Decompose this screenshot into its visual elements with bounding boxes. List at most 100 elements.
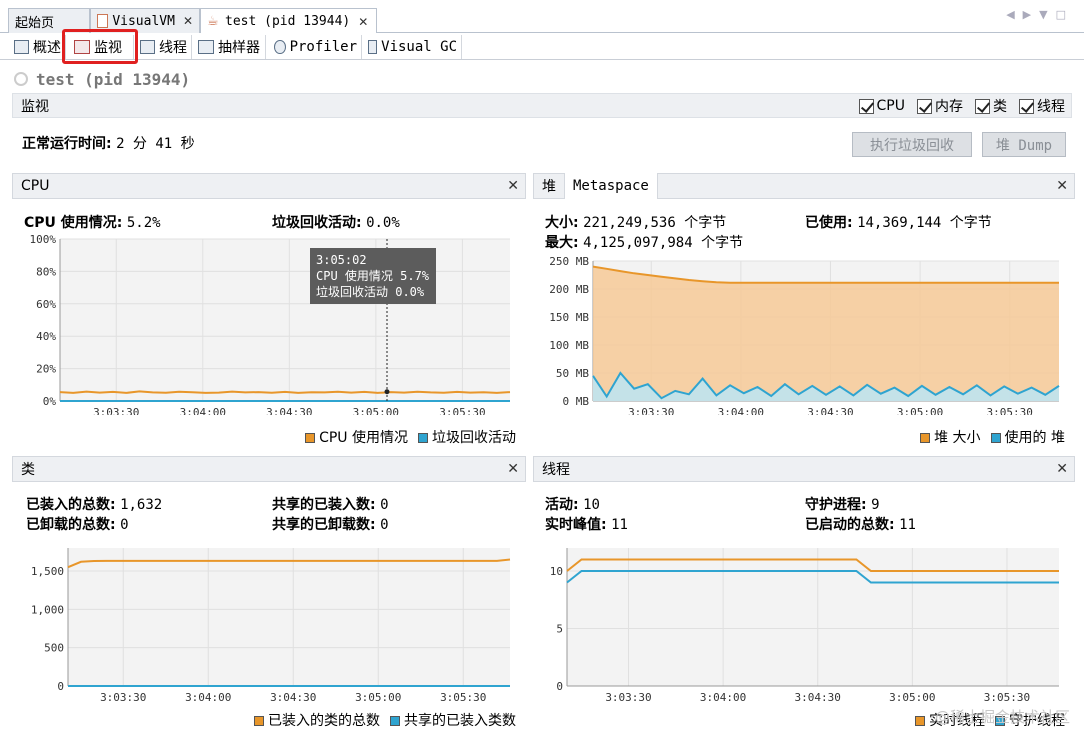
checkbox-checked-icon[interactable] — [858, 98, 874, 114]
cpu-panel-header: CPU ✕ — [12, 173, 526, 199]
classes-legend: 已装入的类的总数 共享的已装入类数 — [254, 710, 516, 730]
tab-label: 概述 — [33, 40, 61, 56]
stat-label: 大小: — [545, 215, 579, 231]
legend-swatch — [390, 716, 400, 726]
tooltip-gc: 垃圾回收活动 0.0% — [316, 285, 425, 299]
legend-label: 使用的 堆 — [1004, 430, 1065, 446]
plot-background — [60, 239, 510, 401]
cpu-legend: CPU 使用情况 垃圾回收活动 — [305, 427, 516, 447]
y-tick-label: 40% — [36, 330, 56, 343]
chevron-down-icon[interactable]: ▼ — [1039, 8, 1055, 21]
classes-panel-header: 类 ✕ — [12, 456, 526, 482]
x-tick-label: 3:05:30 — [984, 691, 1030, 704]
checkbox-memory[interactable]: 内存 — [917, 96, 963, 116]
stat-label: 共享的已装入数: — [272, 497, 376, 513]
legend-label: CPU 使用情况 — [319, 430, 408, 446]
checkbox-cpu[interactable]: CPU — [858, 96, 905, 116]
classes-panel: 类 ✕ 已装入的总数: 1,632 共享的已装入数: 0 已卸载的总数: 0 共… — [12, 456, 526, 734]
y-tick-label: 0% — [43, 395, 57, 408]
tab-sampler[interactable]: 抽样器 — [194, 35, 266, 59]
shared-unloaded-stat: 共享的已卸载数: 0 — [272, 514, 389, 534]
chart-tooltip: 3:05:02 CPU 使用情况 5.7% 垃圾回收活动 0.0% — [310, 248, 436, 304]
section-title: 监视 — [21, 98, 49, 115]
loaded-total-stat: 已装入的总数: 1,632 — [26, 494, 162, 514]
x-tick-label: 3:04:30 — [795, 691, 841, 704]
y-tick-label: 150 MB — [549, 311, 589, 324]
threads-icon — [140, 40, 155, 54]
memory-panel: 堆 Metaspace ✕ 大小: 221,249,536 个字节 已使用: 1… — [533, 173, 1075, 449]
heap-chart[interactable]: 250 MB 200 MB 150 MB 100 MB 50 MB 0 MB 3:03:30… — [533, 255, 1075, 415]
cpu-chart[interactable]: 100% 80% 60% 40% 20% 0% 3:03:30 3:04:00 3:04:30 3… — [12, 235, 526, 415]
highlight-box — [62, 29, 138, 64]
y-tick-label: 500 — [44, 642, 64, 655]
tab-profiler[interactable]: Profiler — [270, 35, 362, 59]
checkbox-classes[interactable]: 类 — [975, 96, 1007, 116]
close-icon[interactable]: ✕ — [507, 178, 519, 194]
legend-item: 垃圾回收活动 — [418, 427, 516, 447]
tab-metaspace[interactable]: Metaspace — [565, 173, 658, 199]
x-tick-label: 3:04:00 — [185, 691, 231, 704]
y-tick-label: 20% — [36, 363, 56, 376]
legend-item: 使用的 堆 — [990, 427, 1065, 447]
x-tick-label: 3:04:30 — [266, 406, 312, 415]
peak-threads-stat: 实时峰值: 11 — [545, 514, 628, 534]
y-tick-label: 0 — [57, 680, 64, 693]
series-area — [593, 266, 1059, 401]
gc-activity-stat: 垃圾回收活动: 0.0% — [272, 212, 400, 232]
heap-dump-button[interactable]: 堆 Dump — [982, 132, 1066, 157]
arrow-left-icon[interactable]: ◀ — [1006, 8, 1022, 21]
x-tick-label: 3:04:00 — [700, 691, 746, 704]
plot-background — [567, 548, 1059, 686]
tab-overview[interactable]: 概述 — [10, 35, 66, 59]
tab-label: test (pid 13944) — [225, 14, 351, 29]
close-icon[interactable]: ✕ — [1056, 461, 1068, 477]
tab-heap[interactable]: 堆 — [534, 173, 565, 199]
stat-value: 5.2% — [126, 215, 161, 231]
threads-panel-header: 线程 ✕ — [533, 456, 1075, 482]
close-icon[interactable]: ✕ — [1056, 178, 1068, 194]
checkbox-threads[interactable]: 线程 — [1019, 96, 1065, 116]
stat-value: 0 — [380, 517, 389, 533]
plot-background — [68, 548, 510, 686]
classes-chart[interactable]: 1,500 1,000 500 0 3:03:30 3:04:00 3:04:30 3:05:… — [12, 538, 526, 708]
heap-max-stat: 最大: 4,125,097,984 个字节 — [545, 232, 743, 252]
close-icon[interactable]: ✕ — [358, 15, 368, 29]
restore-icon[interactable]: □ — [1056, 8, 1074, 21]
legend-swatch — [915, 716, 925, 726]
tab-navigation[interactable]: ◀▶▼□ — [1006, 8, 1074, 21]
panel-title: CPU — [21, 178, 50, 194]
tab-visual-gc[interactable]: Visual GC — [364, 35, 462, 59]
x-tick-label: 3:04:30 — [270, 691, 316, 704]
x-tick-label: 3:04:30 — [807, 406, 853, 415]
tab-label: VisualVM — [112, 13, 175, 29]
perform-gc-button[interactable]: 执行垃圾回收 — [852, 132, 972, 157]
tab-test-process[interactable]: ☕ test (pid 13944) ✕ — [200, 8, 377, 34]
uptime: 正常运行时间: 2 分 41 秒 — [22, 133, 195, 153]
stat-label: 已使用: — [805, 215, 853, 231]
process-title: test (pid 13944) — [14, 68, 190, 90]
tab-threads[interactable]: 线程 — [136, 35, 192, 59]
legend-label: 堆 大小 — [934, 430, 981, 446]
checkbox-checked-icon[interactable] — [975, 98, 990, 114]
x-tick-label: 3:04:00 — [180, 406, 226, 415]
x-tick-label: 3:03:30 — [100, 691, 146, 704]
cpu-usage-stat: CPU 使用情况: 5.2% — [24, 212, 161, 232]
threads-chart[interactable]: 10 5 0 3:03:30 3:04:00 3:04:30 3:05:00 3:05:30 — [533, 538, 1075, 708]
x-tick-label: 3:05:30 — [987, 406, 1033, 415]
legend-item: 共享的已装入类数 — [390, 710, 516, 730]
arrow-right-icon[interactable]: ▶ — [1023, 8, 1039, 21]
stat-label: 已装入的总数: — [26, 497, 116, 513]
threads-panel: 线程 ✕ 活动: 10 守护进程: 9 实时峰值: 11 已启动的总数: 11 … — [533, 456, 1075, 734]
java-icon: ☕ — [207, 13, 219, 29]
uptime-label: 正常运行时间: — [22, 136, 112, 152]
stat-label: 实时峰值: — [545, 517, 607, 533]
legend-item: 堆 大小 — [920, 427, 981, 447]
checkbox-checked-icon[interactable] — [1019, 98, 1034, 114]
x-tick-label: 3:03:30 — [628, 406, 674, 415]
close-icon[interactable]: ✕ — [183, 14, 193, 28]
checkbox-checked-icon[interactable] — [917, 98, 932, 114]
cpu-panel: CPU ✕ CPU 使用情况: 5.2% 垃圾回收活动: 0.0% 100% 80… — [12, 173, 526, 449]
close-icon[interactable]: ✕ — [507, 461, 519, 477]
sampler-icon — [198, 40, 214, 54]
legend-swatch — [990, 433, 1001, 443]
